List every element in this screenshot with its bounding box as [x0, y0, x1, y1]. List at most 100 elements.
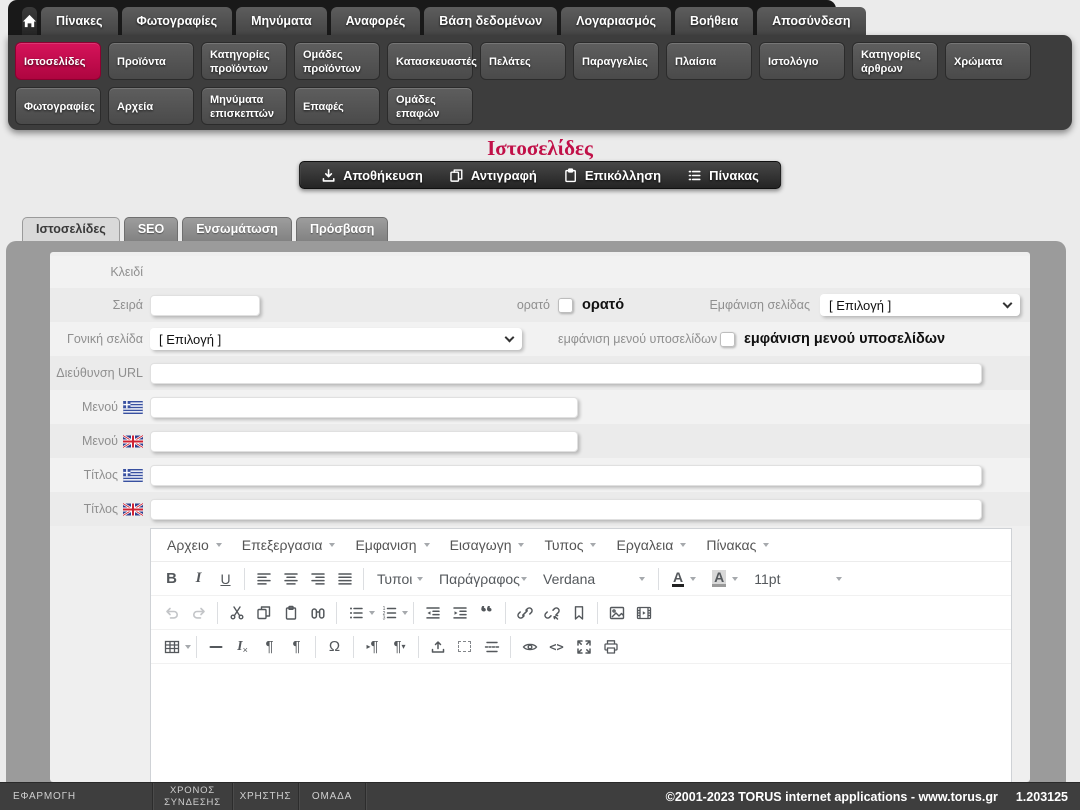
nav-tab-reports[interactable]: Αναφορές — [331, 7, 421, 35]
nav-tab-account[interactable]: Λογαριασμός — [561, 7, 671, 35]
tab-webpages[interactable]: Ιστοσελίδες — [22, 217, 120, 241]
search-replace-icon[interactable] — [304, 599, 331, 626]
editor-menu-table[interactable]: Πίνακας — [696, 537, 779, 553]
save-button[interactable]: Αποθήκευση — [308, 162, 436, 188]
menu-el-input[interactable] — [150, 397, 578, 418]
module-button-colors[interactable]: Χρώματα — [945, 42, 1031, 80]
editor-menu-tools[interactable]: Εργαλεια — [606, 537, 696, 553]
home-tab[interactable] — [22, 7, 37, 35]
visible-checkbox-label[interactable]: ορατό — [582, 297, 624, 313]
module-button-contact-groups[interactable]: Ομάδες επαφών — [387, 87, 473, 125]
backcolor-button[interactable]: A — [704, 570, 746, 587]
copy-icon[interactable] — [250, 599, 277, 626]
parent-page-select[interactable]: [ Επιλογή ] — [150, 328, 522, 350]
visible-checkbox[interactable] — [558, 298, 573, 313]
ltr-icon[interactable]: ▸¶ — [359, 633, 386, 660]
submenu-checkbox-label[interactable]: εμφάνιση μενού υποσελίδων — [744, 331, 945, 347]
align-right-icon[interactable] — [304, 565, 331, 592]
image-icon[interactable] — [603, 599, 630, 626]
blockquote-icon[interactable]: “ — [473, 606, 500, 620]
module-button-blog[interactable]: Ιστολόγιο — [759, 42, 845, 80]
horizontal-rule-icon[interactable] — [202, 633, 229, 660]
paste-icon[interactable] — [277, 599, 304, 626]
anchor-icon[interactable] — [565, 599, 592, 626]
print-icon[interactable] — [597, 633, 624, 660]
bullet-list-icon[interactable] — [342, 599, 369, 626]
undo-icon[interactable] — [158, 599, 185, 626]
bold-button[interactable]: B — [158, 565, 185, 592]
module-button-webpages[interactable]: Ιστοσελίδες — [15, 42, 101, 80]
source-code-icon[interactable]: <> — [543, 633, 570, 660]
tab-access[interactable]: Πρόσβαση — [296, 217, 388, 241]
copy-button[interactable]: Αντιγραφή — [436, 162, 550, 188]
module-button-product-categories[interactable]: Κατηγορίες προϊόντων — [201, 42, 287, 80]
editor-menu-view[interactable]: Εμφανιση — [345, 537, 439, 553]
styles-dropdown[interactable]: Τυποι — [369, 571, 431, 587]
editor-content-area[interactable] — [151, 664, 1011, 782]
align-justify-icon[interactable] — [331, 565, 358, 592]
nav-tab-photos[interactable]: Φωτογραφίες — [122, 7, 233, 35]
module-button-files[interactable]: Αρχεία — [108, 87, 194, 125]
title-en-input[interactable] — [150, 499, 982, 520]
unlink-icon[interactable] — [538, 599, 565, 626]
upload-icon[interactable] — [424, 633, 451, 660]
cut-icon[interactable] — [223, 599, 250, 626]
outdent-icon[interactable] — [419, 599, 446, 626]
clear-formatting-icon[interactable]: I× — [229, 633, 256, 660]
module-button-frames[interactable]: Πλαίσια — [666, 42, 752, 80]
fullscreen-icon[interactable] — [570, 633, 597, 660]
editor-menu-format[interactable]: Τυπος — [534, 537, 606, 553]
media-icon[interactable] — [630, 599, 657, 626]
underline-button[interactable]: U — [212, 565, 239, 592]
align-center-icon[interactable] — [277, 565, 304, 592]
nav-tab-logout[interactable]: Αποσύνδεση — [757, 7, 865, 35]
font-size-dropdown[interactable]: 11pt — [746, 571, 850, 587]
page-display-select[interactable]: [ Επιλογή ] — [820, 294, 1020, 316]
menu-en-input[interactable] — [150, 431, 578, 452]
order-input[interactable] — [150, 295, 260, 316]
table-icon[interactable] — [158, 633, 185, 660]
module-button-orders[interactable]: Παραγγελίες — [573, 42, 659, 80]
module-button-visitor-messages[interactable]: Μηνύματα επισκεπτών — [201, 87, 287, 125]
module-button-contacts[interactable]: Επαφές — [294, 87, 380, 125]
visual-chars-icon[interactable]: ¶ — [283, 633, 310, 660]
nav-tab-tables[interactable]: Πίνακες — [41, 7, 118, 35]
submenu-checkbox[interactable] — [720, 332, 735, 347]
rtl-icon[interactable]: ¶▾ — [386, 633, 413, 660]
module-button-product-groups[interactable]: Ομάδες προϊόντων — [294, 42, 380, 80]
chevron-down-icon[interactable] — [402, 611, 408, 615]
tab-seo[interactable]: SEO — [124, 217, 178, 241]
paste-button[interactable]: Επικόλληση — [550, 162, 674, 188]
numbered-list-icon[interactable]: 123 — [375, 599, 402, 626]
paragraph-icon[interactable]: ¶ — [256, 633, 283, 660]
url-input[interactable] — [150, 363, 982, 384]
editor-menu-file[interactable]: Αρχειο — [157, 537, 232, 553]
font-family-dropdown[interactable]: Verdana — [535, 571, 653, 587]
tab-embedding[interactable]: Ενσωμάτωση — [182, 217, 292, 241]
link-icon[interactable] — [511, 599, 538, 626]
special-char-icon[interactable]: Ω — [321, 633, 348, 660]
module-button-article-categories[interactable]: Κατηγορίες άρθρων — [852, 42, 938, 80]
editor-menu-insert[interactable]: Εισαγωγη — [440, 537, 535, 553]
module-button-customers[interactable]: Πελάτες — [480, 42, 566, 80]
table-view-button[interactable]: Πίνακας — [674, 162, 772, 188]
block-format-dropdown[interactable]: Παράγραφος — [431, 571, 535, 587]
preview-icon[interactable] — [516, 633, 543, 660]
indent-icon[interactable] — [446, 599, 473, 626]
module-button-products[interactable]: Προϊόντα — [108, 42, 194, 80]
align-left-icon[interactable] — [250, 565, 277, 592]
redo-icon[interactable] — [185, 599, 212, 626]
chevron-down-icon[interactable] — [185, 645, 191, 649]
page-break-icon[interactable] — [478, 633, 505, 660]
module-button-manufacturers[interactable]: Κατασκευαστές — [387, 42, 473, 80]
italic-button[interactable]: I — [185, 565, 212, 592]
url-label: Διεύθυνση URL — [50, 366, 150, 380]
visual-blocks-icon[interactable] — [451, 633, 478, 660]
forecolor-button[interactable]: A — [664, 570, 704, 587]
nav-tab-messages[interactable]: Μηνύματα — [236, 7, 327, 35]
module-button-photos[interactable]: Φωτογραφίες — [15, 87, 101, 125]
editor-menu-edit[interactable]: Επεξεργασια — [232, 537, 346, 553]
nav-tab-database[interactable]: Βάση δεδομένων — [424, 7, 557, 35]
nav-tab-help[interactable]: Βοήθεια — [675, 7, 753, 35]
title-el-input[interactable] — [150, 465, 982, 486]
